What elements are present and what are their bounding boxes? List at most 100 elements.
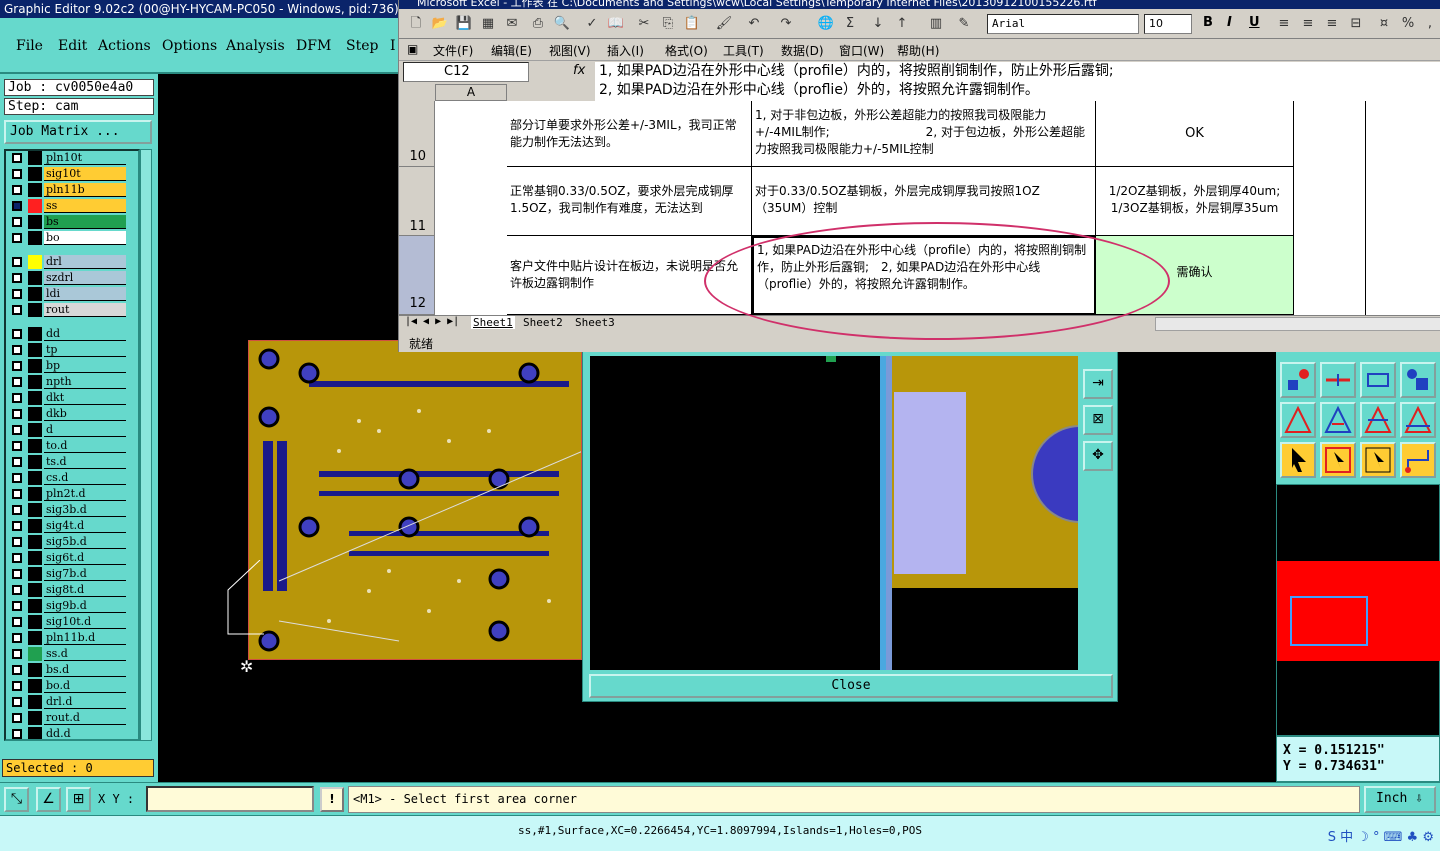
job-matrix-button[interactable]: Job Matrix ... [4,120,152,144]
xy-input[interactable] [146,786,314,812]
layer-row[interactable]: ldi [8,287,128,301]
layer-name[interactable]: sig5b.d [44,535,126,549]
route-icon[interactable] [1400,442,1436,478]
layer-checkbox[interactable] [12,441,22,451]
cell-b10[interactable]: 部分订单要求外形公差+/-3MIL，我司正常能力制作无法达到。 [507,101,752,167]
layer-checkbox[interactable] [12,273,22,283]
arch-icon[interactable] [1360,402,1396,438]
layer-row[interactable]: rout [8,303,128,317]
layer-color-swatch[interactable] [28,455,42,469]
horizontal-scrollbar[interactable] [1155,317,1440,331]
chart-icon[interactable]: ▥ [927,15,945,33]
layer-row[interactable]: cs.d [8,471,128,485]
sort-asc-icon[interactable]: ↓ [869,15,887,33]
layer-name[interactable]: sig10t.d [44,615,126,629]
layer-row[interactable]: dkb [8,407,128,421]
measure-angle-icon[interactable]: ∠ [36,787,61,812]
name-box[interactable]: C12 [403,62,529,82]
layer-row[interactable]: bp [8,359,128,373]
layer-checkbox[interactable] [12,649,22,659]
layer-checkbox[interactable] [12,585,22,595]
layer-row[interactable]: drl [8,255,128,269]
layer-checkbox[interactable] [12,289,22,299]
layer-color-swatch[interactable] [28,551,42,565]
overview-preview[interactable] [1276,484,1440,736]
permission-icon[interactable]: ▦ [479,15,497,33]
layer-row[interactable]: dd [8,327,128,341]
layer-color-swatch[interactable] [28,271,42,285]
layer-row[interactable]: sig5b.d [8,535,128,549]
fit-icon[interactable]: ⇥ [1083,369,1113,399]
layer-checkbox[interactable] [12,361,22,371]
layer-row[interactable]: pln2t.d [8,487,128,501]
row-header-12[interactable]: 12 [399,236,435,315]
layer-name[interactable]: bo.d [44,679,126,693]
cell-c10[interactable]: 1, 对于非包边板，外形公差超能力的按照我司极限能力+/-4MIL制作; 2, … [752,101,1096,167]
layer-color-swatch[interactable] [28,471,42,485]
layer-name[interactable]: sig4t.d [44,519,126,533]
layer-checkbox[interactable] [12,201,22,211]
redo-icon[interactable]: ↷ [777,15,795,33]
layer-color-swatch[interactable] [28,487,42,501]
xl-menu-edit[interactable]: 编辑(E) [491,42,532,59]
layer-row[interactable]: to.d [8,439,128,453]
layer-row[interactable]: ts.d [8,455,128,469]
layer-list[interactable]: pln10t sig10t pln11b ss bs bo drl szdrl ldi rout d… [4,149,140,741]
triangle-alt-icon[interactable] [1320,402,1356,438]
font-name-select[interactable]: Arial [987,14,1139,34]
layer-name[interactable]: to.d [44,439,126,453]
bold-button[interactable]: B [1203,15,1213,30]
pointer-icon[interactable] [1280,442,1316,478]
layer-row[interactable]: bo [8,231,128,245]
layer-color-swatch[interactable] [28,615,42,629]
menu-actions[interactable]: Actions [98,38,151,54]
font-size-select[interactable]: 10 [1144,14,1192,34]
align-center-icon[interactable]: ≡ [1299,15,1317,33]
merge-icon[interactable]: ⊟ [1347,15,1365,33]
layer-name[interactable]: pln10t [44,151,126,165]
layer-color-swatch[interactable] [28,727,42,739]
layer-color-swatch[interactable] [28,695,42,709]
xl-menu-file[interactable]: 文件(F) [433,42,473,59]
layer-color-swatch[interactable] [28,583,42,597]
layer-color-swatch[interactable] [28,631,42,645]
layer-row[interactable]: sig4t.d [8,519,128,533]
layer-checkbox[interactable] [12,537,22,547]
layer-name[interactable]: ts.d [44,455,126,469]
layer-color-swatch[interactable] [28,599,42,613]
layer-row[interactable]: bs [8,215,128,229]
zoom-box-icon[interactable]: ⤡ [4,787,29,812]
menu-edit[interactable]: Edit [58,38,87,54]
xl-menu-format[interactable]: 格式(O) [665,42,708,59]
pads-icon[interactable] [1400,362,1436,398]
measure-icon[interactable] [1360,362,1396,398]
currency-icon[interactable]: ¤ [1375,15,1393,33]
layer-checkbox[interactable] [12,185,22,195]
menu-more[interactable]: I [390,38,396,54]
layer-color-swatch[interactable] [28,423,42,437]
layer-color-swatch[interactable] [28,183,42,197]
tab-sheet1[interactable]: Sheet1 [471,316,515,329]
layer-checkbox[interactable] [12,601,22,611]
layer-name[interactable]: sig7b.d [44,567,126,581]
pcb-board-view[interactable] [248,340,582,660]
preview-icon[interactable]: 🔍 [553,15,571,33]
layer-row[interactable]: rout.d [8,711,128,725]
layer-color-swatch[interactable] [28,199,42,213]
format-painter-icon[interactable]: 🖌 [715,15,733,33]
layer-row[interactable]: tp [8,343,128,357]
layer-checkbox[interactable] [12,553,22,563]
align-left-icon[interactable]: ≡ [1275,15,1293,33]
layer-checkbox[interactable] [12,729,22,739]
layer-row[interactable]: sig8t.d [8,583,128,597]
layer-name[interactable]: sig10t [44,167,126,181]
spell-icon[interactable]: ✓ [583,15,601,33]
tab-nav-icons[interactable]: |◀ ◀ ▶ ▶| [405,316,459,327]
layer-row[interactable]: pln11b.d [8,631,128,645]
layer-name[interactable]: ss.d [44,647,126,661]
layer-name[interactable]: rout [44,303,126,317]
cell-b11[interactable]: 正常基铜0.33/0.5OZ，要求外层完成铜厚1.5OZ，我司制作有难度，无法达… [507,167,752,236]
layer-name[interactable]: ss [44,199,126,213]
layer-row[interactable]: bo.d [8,679,128,693]
layer-name[interactable]: rout.d [44,711,126,725]
